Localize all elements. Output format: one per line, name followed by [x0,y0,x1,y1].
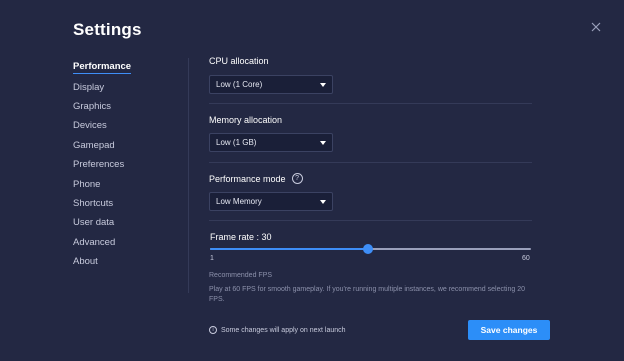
frame-rate-slider-fill [210,248,368,250]
frame-rate-slider-thumb[interactable] [363,244,373,254]
memory-allocation-value: Low (1 GB) [216,138,257,147]
performance-mode-value: Low Memory [216,197,262,206]
cpu-allocation-select[interactable]: Low (1 Core) [209,75,333,94]
recommended-fps-text: Play at 60 FPS for smooth gameplay. If y… [209,286,525,303]
info-icon: i [209,326,217,334]
sidebar-item-display[interactable]: Display [73,77,173,96]
sidebar: Performance Display Graphics Devices Gam… [73,58,173,271]
sidebar-item-devices[interactable]: Devices [73,116,173,135]
memory-allocation-select[interactable]: Low (1 GB) [209,133,333,152]
cpu-allocation-label: CPU allocation [209,56,269,66]
sidebar-item-label: Preferences [73,159,125,171]
sidebar-item-label: Shortcuts [73,197,114,209]
sidebar-item-performance[interactable]: Performance [73,58,173,77]
sidebar-item-label: Advanced [73,236,116,248]
sidebar-item-user-data[interactable]: User data [73,213,173,232]
sidebar-item-label: Display [73,81,105,93]
chevron-down-icon [320,199,326,204]
sidebar-item-shortcuts[interactable]: Shortcuts [73,194,173,213]
recommended-fps-title: Recommended FPS [209,272,273,279]
sidebar-item-label: Devices [73,120,107,132]
section-divider [209,220,532,221]
sidebar-item-label: Phone [73,178,101,190]
frame-rate-slider[interactable] [210,244,531,254]
sidebar-item-label: Gamepad [73,139,115,151]
performance-mode-header: Performance mode ? [209,173,303,184]
section-divider [209,162,532,163]
restart-notice-text: Some changes will apply on next launch [221,326,346,334]
chevron-down-icon [320,82,326,87]
restart-notice: i Some changes will apply on next launch [209,326,346,334]
sidebar-item-phone[interactable]: Phone [73,174,173,193]
settings-window: Settings Performance Display Graphics De… [0,0,624,361]
cpu-allocation-value: Low (1 Core) [216,80,263,89]
memory-allocation-label: Memory allocation [209,115,283,125]
frame-rate-label: Frame rate : 30 [210,232,272,242]
frame-rate-min-label: 1 [210,255,214,262]
close-icon[interactable] [589,20,603,34]
sidebar-item-label: About [73,256,98,268]
page-title: Settings [73,20,142,39]
save-changes-button[interactable]: Save changes [468,320,550,340]
sidebar-item-label: Graphics [73,100,112,112]
sidebar-item-about[interactable]: About [73,252,173,271]
chevron-down-icon [320,140,326,145]
sidebar-item-label: User data [73,217,115,229]
performance-mode-select[interactable]: Low Memory [209,192,333,211]
performance-mode-label: Performance mode [209,173,286,184]
sidebar-item-label: Performance [73,61,132,75]
sidebar-divider [188,58,189,293]
sidebar-item-graphics[interactable]: Graphics [73,97,173,116]
section-divider [209,103,532,104]
sidebar-item-advanced[interactable]: Advanced [73,233,173,252]
sidebar-item-gamepad[interactable]: Gamepad [73,136,173,155]
sidebar-item-preferences[interactable]: Preferences [73,155,173,174]
frame-rate-max-label: 60 [522,255,530,262]
help-icon[interactable]: ? [291,173,303,184]
